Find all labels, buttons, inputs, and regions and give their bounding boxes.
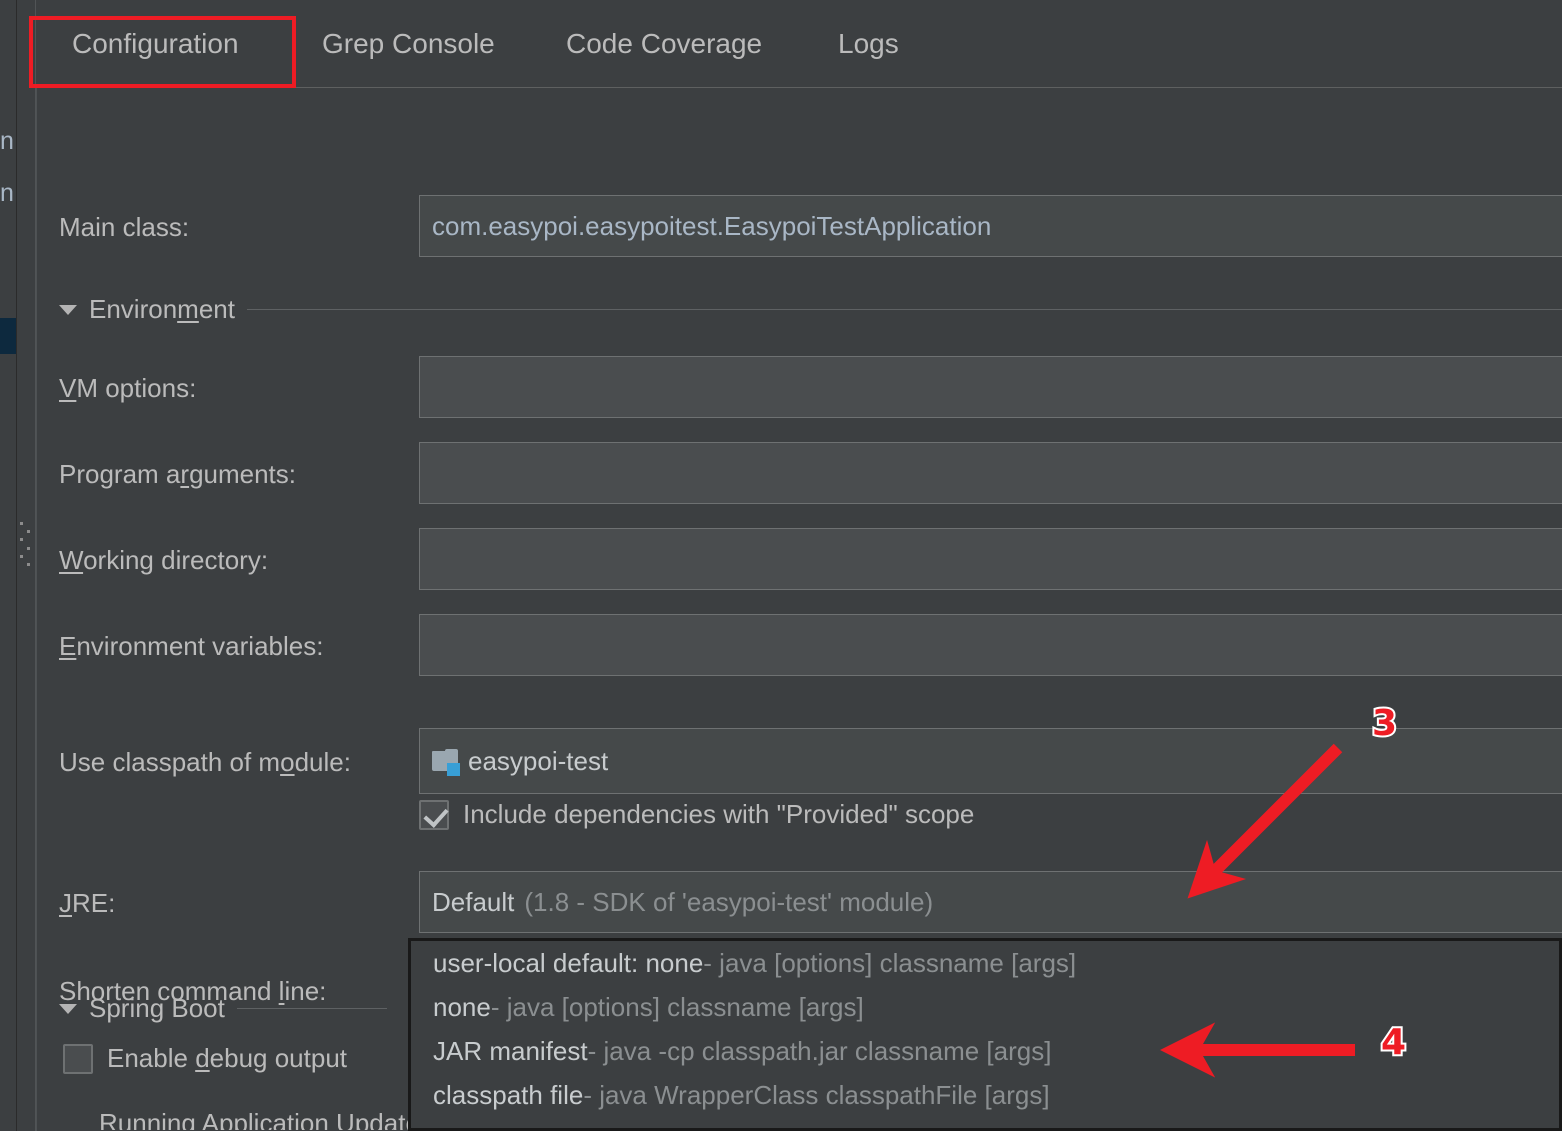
working-directory-input[interactable] xyxy=(419,528,1562,590)
jre-value-primary: Default xyxy=(432,886,515,917)
spring-boot-section-label: Spring Boot xyxy=(89,993,225,1023)
collapse-triangle-icon[interactable] xyxy=(59,304,77,315)
tab-grep-console[interactable]: Grep Console xyxy=(322,28,495,60)
collapse-triangle-icon[interactable] xyxy=(59,1003,77,1014)
main-class-value: com.easypoi.easypoitest.EasypoiTestAppli… xyxy=(432,210,992,241)
tab-bar: Configuration Grep Console Code Coverage… xyxy=(36,0,1562,88)
vm-options-label: VM options: xyxy=(59,373,197,403)
config-tree-item-glyph: n xyxy=(0,180,14,206)
annotation-number-3: 3 xyxy=(1370,701,1399,746)
jre-combo[interactable]: Default (1.8 - SDK of 'easypoi-test' mod… xyxy=(419,871,1562,933)
run-configuration-dialog: n n Configuration Grep Console Code Cove… xyxy=(0,0,1562,1131)
program-arguments-label: Program arguments: xyxy=(59,459,297,489)
tab-configuration[interactable]: Configuration xyxy=(72,28,239,60)
annotation-number-4: 4 xyxy=(1379,1020,1408,1065)
main-class-label: Main class: xyxy=(59,212,190,242)
jre-label: JRE: xyxy=(59,888,116,918)
environment-section-label: Environment xyxy=(89,294,235,324)
tab-logs[interactable]: Logs xyxy=(838,28,899,60)
environment-section-header[interactable]: Environment xyxy=(59,294,1562,325)
panel-splitter-handle[interactable] xyxy=(20,522,30,566)
module-name-value: easypoi-test xyxy=(468,745,609,776)
vm-options-input[interactable] xyxy=(419,356,1562,418)
include-provided-scope-checkbox[interactable] xyxy=(419,799,449,830)
enable-debug-output-row[interactable]: Enable debug output xyxy=(63,1043,347,1074)
section-rule xyxy=(236,1008,387,1009)
dropdown-item[interactable]: classpath file - java WrapperClass class… xyxy=(411,1073,1559,1117)
include-provided-scope-label: Include dependencies with "Provided" sco… xyxy=(463,799,975,829)
jre-value-description: (1.8 - SDK of 'easypoi-test' module) xyxy=(524,886,934,917)
program-arguments-input[interactable] xyxy=(419,442,1562,504)
working-directory-label: Working directory: xyxy=(59,545,269,575)
left-edge-strip: n n xyxy=(0,0,36,1131)
section-rule xyxy=(246,309,1562,310)
tab-code-coverage[interactable]: Code Coverage xyxy=(566,28,762,60)
environment-variables-label: Environment variables: xyxy=(59,631,324,661)
module-folder-icon xyxy=(432,749,460,776)
dropdown-item[interactable]: user-local default: none - java [options… xyxy=(411,941,1559,985)
enable-debug-output-label: Enable debug output xyxy=(107,1043,348,1073)
spring-boot-section-header[interactable]: Spring Boot xyxy=(59,993,387,1024)
include-provided-scope-row[interactable]: Include dependencies with "Provided" sco… xyxy=(419,799,974,830)
left-divider-a xyxy=(16,0,17,1131)
use-classpath-of-module-label: Use classpath of module: xyxy=(59,747,351,777)
main-class-input[interactable]: com.easypoi.easypoitest.EasypoiTestAppli… xyxy=(419,195,1562,257)
environment-variables-input[interactable] xyxy=(419,614,1562,676)
config-tree-selected-item[interactable] xyxy=(0,318,16,354)
config-tree-item-glyph: n xyxy=(0,128,14,154)
enable-debug-output-checkbox[interactable] xyxy=(63,1043,93,1074)
